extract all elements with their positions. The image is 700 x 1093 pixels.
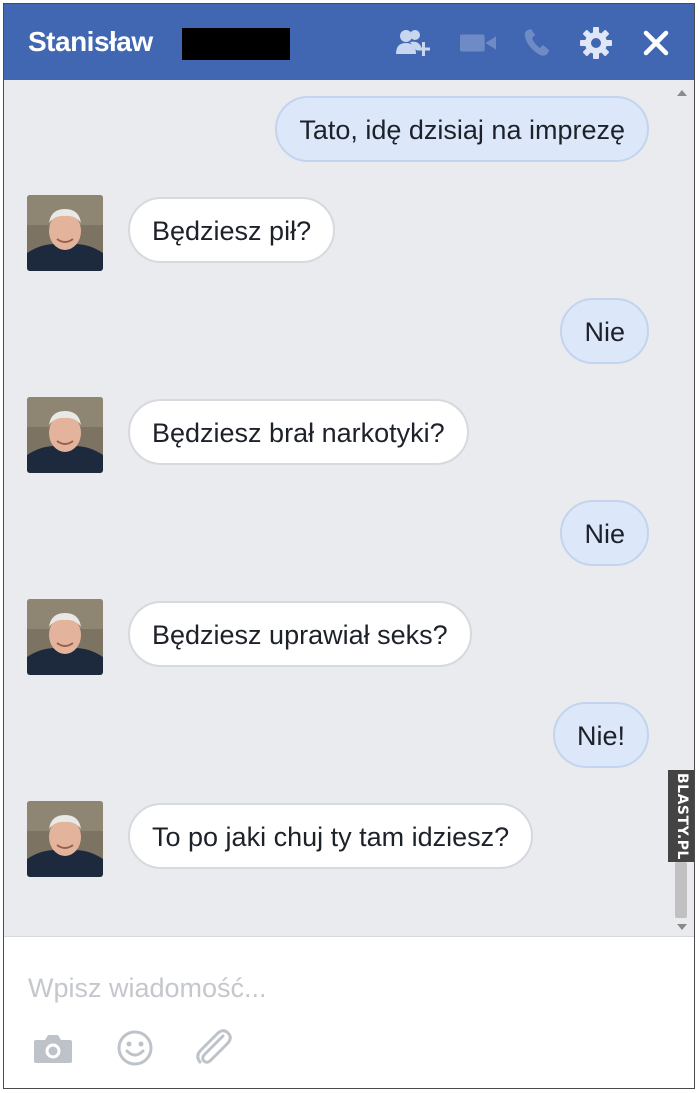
message-input[interactable] xyxy=(26,967,650,1009)
scroll-up-arrow[interactable] xyxy=(677,90,687,96)
scroll-thumb[interactable] xyxy=(675,862,687,918)
message-outgoing: Nie xyxy=(560,298,649,364)
redacted-surname xyxy=(182,28,290,60)
message-outgoing: Tato, idę dzisiaj na imprezę xyxy=(275,96,649,162)
message-list[interactable]: Tato, idę dzisiaj na imprezę Będziesz pi… xyxy=(4,80,694,936)
add-people-icon[interactable] xyxy=(396,26,432,60)
chat-window: Stanisław Tato, idę dzisiaj na imprezę B… xyxy=(3,3,695,1089)
scroll-down-arrow[interactable] xyxy=(677,924,687,930)
message-outgoing: Nie xyxy=(560,500,649,566)
message-incoming: To po jaki chuj ty tam idziesz? xyxy=(128,803,534,869)
message-incoming: Będziesz uprawiał seks? xyxy=(128,601,472,667)
video-camera-icon[interactable] xyxy=(460,26,496,60)
contact-avatar[interactable] xyxy=(27,599,103,675)
message-incoming: Będziesz brał narkotyki? xyxy=(128,399,469,465)
contact-avatar[interactable] xyxy=(27,801,103,877)
message-composer xyxy=(4,936,694,1088)
chat-titlebar: Stanisław xyxy=(4,4,694,80)
contact-name[interactable]: Stanisław xyxy=(28,26,153,58)
phone-icon[interactable] xyxy=(519,26,555,60)
paperclip-icon[interactable] xyxy=(190,1027,236,1069)
message-incoming: Będziesz pił? xyxy=(128,197,336,263)
watermark: BLASTY.PL xyxy=(668,770,694,862)
message-outgoing: Nie! xyxy=(552,702,649,768)
contact-avatar[interactable] xyxy=(27,195,103,271)
close-icon[interactable] xyxy=(638,26,674,60)
gear-icon[interactable] xyxy=(578,26,614,60)
emoji-icon[interactable] xyxy=(112,1027,158,1069)
contact-avatar[interactable] xyxy=(27,397,103,473)
camera-icon[interactable] xyxy=(30,1027,76,1069)
